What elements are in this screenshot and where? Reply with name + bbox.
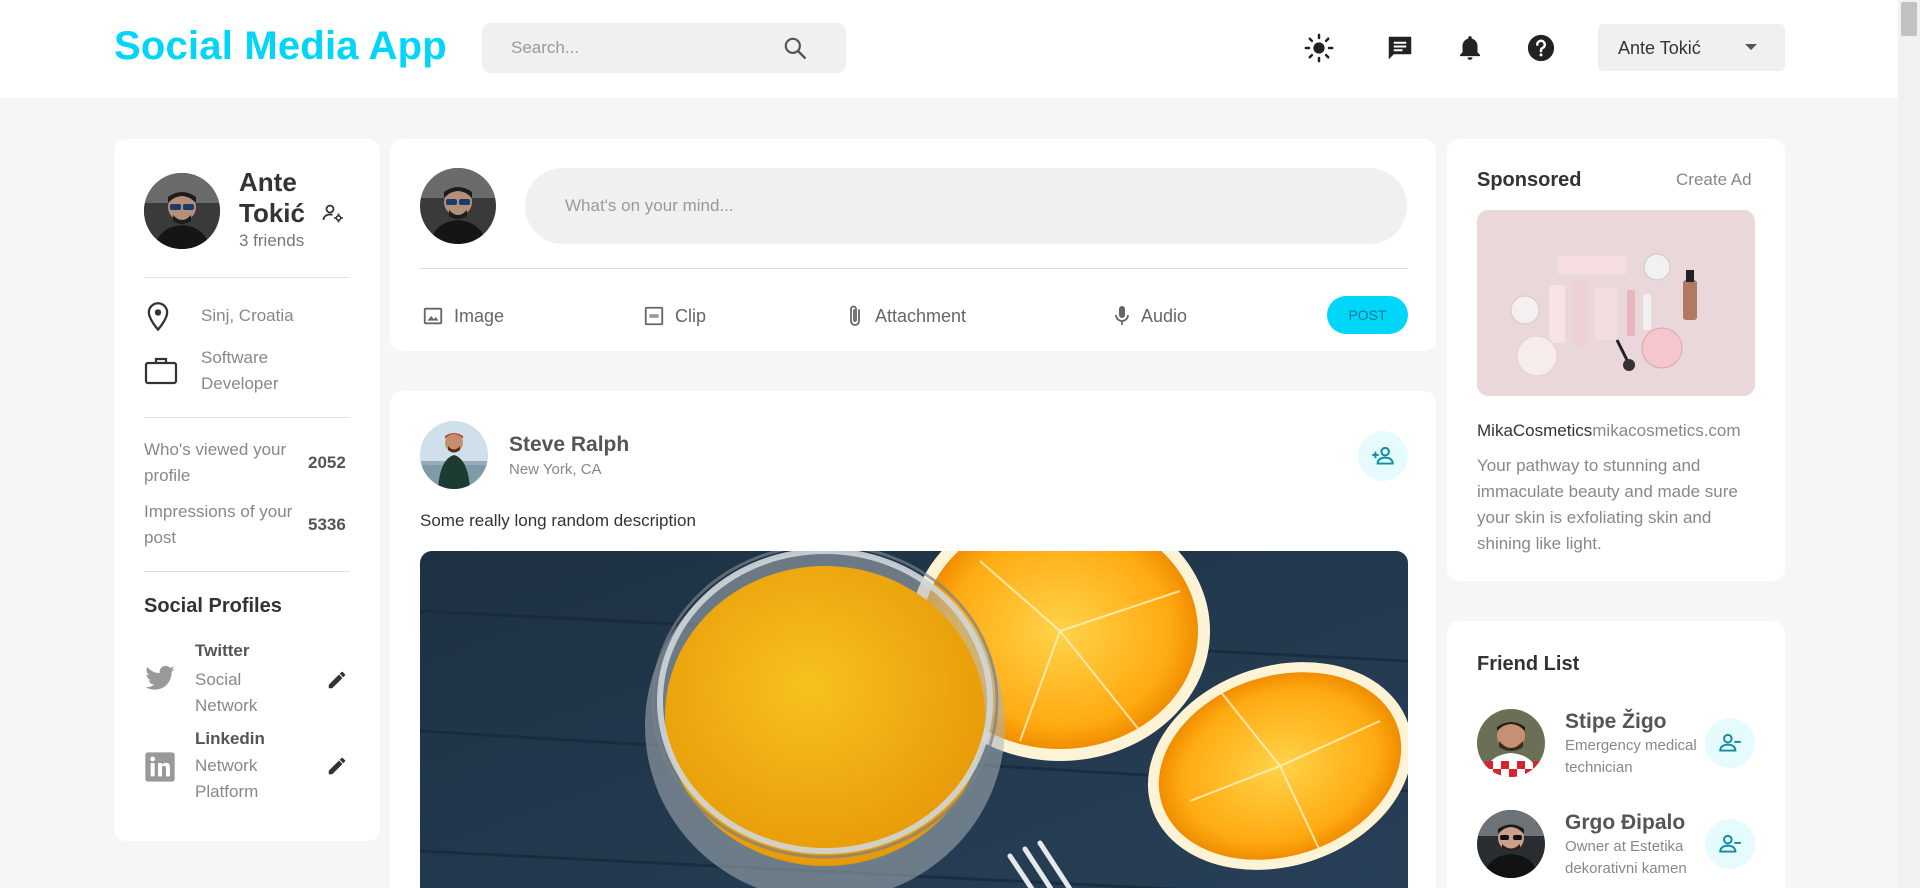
clip-action[interactable]: Clip xyxy=(643,303,706,329)
linkedin-name[interactable]: Linkedin xyxy=(195,729,265,749)
work-icon xyxy=(144,355,178,390)
sun-icon[interactable] xyxy=(1303,32,1335,64)
composer-avatar xyxy=(420,168,496,244)
post-description: Some really long random description xyxy=(420,511,696,530)
sponsored-title: Sponsored xyxy=(1477,169,1582,191)
friends-count: 3 friends xyxy=(239,231,305,250)
divider xyxy=(144,571,350,572)
social-profiles-title: Social Profiles xyxy=(144,595,282,617)
ad-site: mikacosmetics.com xyxy=(1592,421,1741,440)
attachment-label: Attachment xyxy=(875,305,967,326)
post-author-name[interactable]: Steve Ralph xyxy=(509,433,629,457)
audio-label: Audio xyxy=(1141,305,1188,326)
clip-label: Clip xyxy=(675,305,707,326)
page-scrollbar[interactable] xyxy=(1898,0,1920,888)
attachment-action[interactable]: Attachment xyxy=(845,303,966,329)
edit-twitter-icon[interactable] xyxy=(326,669,348,696)
profile-avatar[interactable] xyxy=(144,173,220,249)
create-ad-link[interactable]: Create Ad xyxy=(1676,170,1752,190)
profile-views-label: Who's viewed your profile xyxy=(144,440,287,485)
ad-image[interactable] xyxy=(1477,210,1755,396)
occupation-text: Software Developer xyxy=(201,348,279,393)
remove-friend-button[interactable] xyxy=(1705,718,1755,768)
post-impressions-label: Impressions of your post xyxy=(144,502,293,547)
feed-post: Steve Ralph New York, CA Some really lon… xyxy=(390,391,1436,888)
friend-avatar[interactable] xyxy=(1477,810,1545,878)
divider xyxy=(144,277,350,278)
search-icon[interactable] xyxy=(782,35,808,61)
location-text: Sinj, Croatia xyxy=(201,306,294,325)
add-friend-button[interactable] xyxy=(1358,431,1408,481)
microphone-icon xyxy=(1115,306,1129,325)
post-button[interactable]: POST xyxy=(1327,296,1408,334)
profile-card: Ante Tokić 3 friends Sinj, Croatia Softw… xyxy=(114,139,380,841)
post-impressions-value: 5336 xyxy=(308,515,346,534)
twitter-name[interactable]: Twitter xyxy=(195,641,249,661)
post-composer: Image Clip Attachment Audio POST xyxy=(390,139,1436,351)
help-icon[interactable] xyxy=(1525,32,1557,64)
sponsored-card: Sponsored Create Ad MikaCosmeticsmikacos… xyxy=(1447,139,1785,581)
ad-brand[interactable]: MikaCosmeticsmikacosmetics.com xyxy=(1477,421,1741,441)
post-image[interactable] xyxy=(420,551,1408,888)
search-input[interactable] xyxy=(511,36,771,60)
message-icon[interactable] xyxy=(1384,32,1416,64)
friend-subtitle: Owner at Estetika dekorativni kamen xyxy=(1565,838,1687,877)
chevron-down-icon xyxy=(1745,44,1757,50)
linkedin-type: Network Platform xyxy=(195,756,259,801)
gif-icon xyxy=(644,306,664,326)
search-box xyxy=(482,23,846,73)
friend-name[interactable]: Grgo Đipalo xyxy=(1565,811,1685,835)
ad-brand-name: MikaCosmetics xyxy=(1477,421,1593,440)
friend-list-card: Friend List Stipe Žigo Emergency medical… xyxy=(1447,621,1785,888)
friend-name[interactable]: Stipe Žigo xyxy=(1565,710,1667,734)
person-add-icon xyxy=(1372,446,1394,465)
user-dropdown-label: Ante Tokić xyxy=(1618,38,1701,58)
person-remove-icon xyxy=(1719,733,1741,752)
status-input[interactable] xyxy=(565,194,1265,218)
linkedin-icon xyxy=(144,751,176,788)
profile-name[interactable]: Ante Tokić xyxy=(239,167,319,229)
edit-linkedin-icon[interactable] xyxy=(326,755,348,782)
post-author-location: New York, CA xyxy=(509,461,602,478)
post-author-avatar[interactable] xyxy=(420,421,488,489)
top-navbar: Social Media App Ante Tokić xyxy=(0,0,1898,98)
image-action[interactable]: Image xyxy=(422,303,504,329)
friend-list-title: Friend List xyxy=(1477,653,1580,675)
location-icon xyxy=(144,301,172,338)
divider xyxy=(420,268,1408,269)
image-label: Image xyxy=(454,305,505,326)
divider xyxy=(144,417,350,418)
scrollbar-thumb[interactable] xyxy=(1901,2,1917,36)
user-dropdown[interactable]: Ante Tokić xyxy=(1598,24,1785,71)
twitter-icon xyxy=(144,665,176,698)
attachment-icon xyxy=(850,305,860,326)
ad-description: Your pathway to stunning and immaculate … xyxy=(1477,456,1738,553)
person-remove-icon xyxy=(1719,834,1741,853)
bell-icon[interactable] xyxy=(1454,32,1486,64)
image-icon xyxy=(423,307,443,325)
friend-subtitle: Emergency medical technician xyxy=(1565,737,1697,776)
friend-avatar[interactable] xyxy=(1477,709,1545,777)
app-logo[interactable]: Social Media App xyxy=(114,24,447,69)
remove-friend-button[interactable] xyxy=(1705,819,1755,869)
audio-action[interactable]: Audio xyxy=(1113,303,1187,329)
status-box xyxy=(525,168,1407,244)
twitter-type: Social Network xyxy=(195,670,258,715)
manage-account-icon[interactable] xyxy=(321,201,345,230)
profile-views-value: 2052 xyxy=(308,453,346,472)
